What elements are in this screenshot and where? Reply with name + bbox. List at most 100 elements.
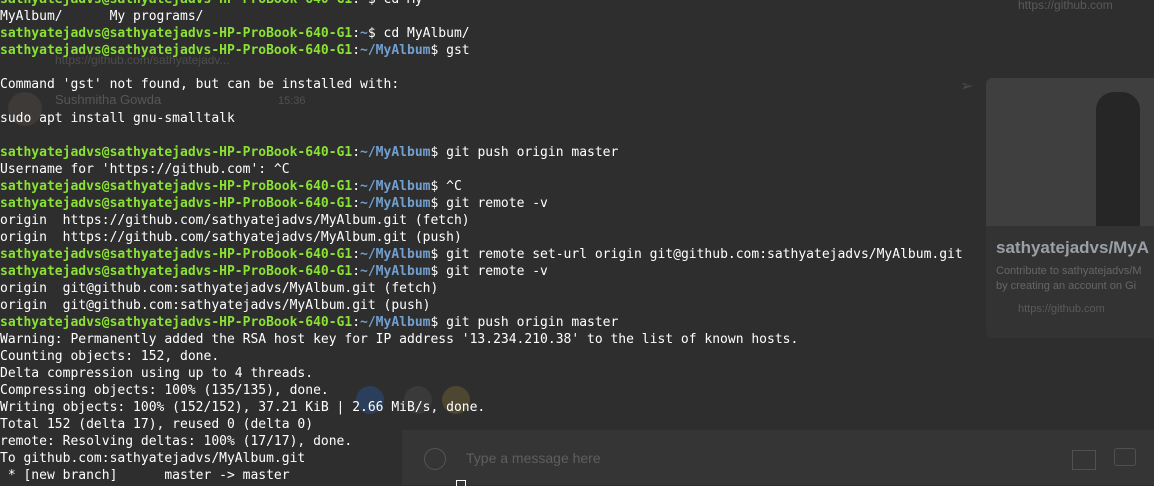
output-line: MyAlbum/ My programs/ bbox=[0, 8, 963, 25]
output-line: Counting objects: 152, done. bbox=[0, 348, 963, 365]
command-text: cd MyAlbum/ bbox=[383, 26, 470, 41]
output-line: remote: Resolving deltas: 100% (17/17), … bbox=[0, 433, 963, 450]
output-line: Delta compression using up to 4 threads. bbox=[0, 365, 963, 382]
link-preview-desc-line-2: by creating an account on Gi bbox=[996, 280, 1137, 292]
prompt-line: sathyatejadvs@sathyatejadvs-HP-ProBook-6… bbox=[0, 178, 963, 195]
sticker-icon bbox=[1114, 448, 1136, 466]
output-line: Command 'gst' not found, but can be inst… bbox=[0, 76, 963, 93]
prompt-path: ~/MyAlbum bbox=[360, 247, 431, 262]
prompt-line: sathyatejadvs@sathyatejadvs-HP-ProBook-6… bbox=[0, 25, 963, 42]
prompt-colon: : bbox=[352, 315, 361, 330]
prompt-user: sathyatejadvs@sathyatejadvs-HP-ProBook-6… bbox=[0, 43, 353, 58]
output-text: sudo apt install gnu-smalltalk bbox=[0, 111, 235, 126]
output-text: Counting objects: 152, done. bbox=[0, 349, 220, 364]
command-text: gst bbox=[446, 43, 470, 58]
link-preview-desc-line-1: Contribute to sathyatejadvs/M bbox=[996, 265, 1142, 277]
output-text: Total 152 (delta 17), reused 0 (delta 0) bbox=[0, 417, 314, 432]
output-line: origin https://github.com/sathyatejadvs/… bbox=[0, 229, 963, 246]
prompt-colon: : bbox=[352, 179, 361, 194]
output-text: MyAlbum/ My programs/ bbox=[0, 9, 204, 24]
command-text: ^C bbox=[446, 179, 462, 194]
prompt-line: sathyatejadvs@sathyatejadvs-HP-ProBook-6… bbox=[0, 246, 963, 263]
prompt-line: sathyatejadvs@sathyatejadvs-HP-ProBook-6… bbox=[0, 144, 963, 161]
attach-icon bbox=[1072, 450, 1096, 470]
prompt-dollar: $ bbox=[430, 43, 447, 58]
output-text: origin git@github.com:sathyatejadvs/MyAl… bbox=[0, 298, 431, 313]
output-text: Command 'gst' not found, but can be inst… bbox=[0, 77, 400, 92]
prompt-colon: : bbox=[352, 43, 361, 58]
prompt-user: sathyatejadvs@sathyatejadvs-HP-ProBook-6… bbox=[0, 145, 353, 160]
prompt-dollar: $ bbox=[430, 179, 447, 194]
output-line: Warning: Permanently added the RSA host … bbox=[0, 331, 963, 348]
prompt-path: ~/MyAlbum bbox=[360, 315, 431, 330]
mouse-cursor bbox=[456, 480, 466, 486]
prompt-dollar: $ bbox=[430, 145, 447, 160]
link-preview-image bbox=[986, 78, 1154, 226]
output-line: origin https://github.com/sathyatejadvs/… bbox=[0, 212, 963, 229]
output-line: origin git@github.com:sathyatejadvs/MyAl… bbox=[0, 280, 963, 297]
prompt-colon: : bbox=[352, 145, 361, 160]
prompt-dollar: $ bbox=[430, 247, 447, 262]
prompt-colon: : bbox=[352, 196, 361, 211]
prompt-line: sathyatejadvs@sathyatejadvs-HP-ProBook-6… bbox=[0, 42, 963, 59]
prompt-colon: : bbox=[352, 247, 361, 262]
prompt-user: sathyatejadvs@sathyatejadvs-HP-ProBook-6… bbox=[0, 0, 352, 7]
prompt-dollar: $ bbox=[430, 264, 447, 279]
prompt-path: ~/MyAlbum bbox=[360, 145, 431, 160]
output-line: Username for 'https://github.com': ^C bbox=[0, 161, 963, 178]
prompt-path: ~/MyAlbum bbox=[360, 196, 431, 211]
prompt-colon: : bbox=[352, 0, 360, 7]
output-text: origin https://github.com/sathyatejadvs/… bbox=[0, 213, 470, 228]
terminal-output[interactable]: sathyatejadvs@sathyatejadvs-HP-ProBook-6… bbox=[0, 0, 963, 484]
prompt-line: sathyatejadvs@sathyatejadvs-HP-ProBook-6… bbox=[0, 0, 963, 8]
command-text: git remote -v bbox=[446, 264, 548, 279]
prompt-dollar: $ bbox=[430, 196, 447, 211]
prompt-path: ~/MyAlbum bbox=[360, 43, 431, 58]
command-text: cd My bbox=[384, 0, 423, 7]
output-line: sudo apt install gnu-smalltalk bbox=[0, 110, 963, 127]
output-line: To github.com:sathyatejadvs/MyAlbum.git bbox=[0, 450, 963, 467]
prompt-line: sathyatejadvs@sathyatejadvs-HP-ProBook-6… bbox=[0, 195, 963, 212]
output-line: Writing objects: 100% (152/152), 37.21 K… bbox=[0, 399, 963, 416]
output-text: Warning: Permanently added the RSA host … bbox=[0, 332, 799, 347]
command-text: git push origin master bbox=[446, 315, 619, 330]
output-text: remote: Resolving deltas: 100% (17/17), … bbox=[0, 434, 353, 449]
prompt-path: ~/MyAlbum bbox=[360, 264, 431, 279]
prompt-colon: : bbox=[352, 264, 361, 279]
prompt-colon: : bbox=[352, 26, 361, 41]
output-line: * [new branch] master -> master bbox=[0, 467, 963, 484]
prompt-path: ~ bbox=[360, 0, 368, 7]
preview-figure bbox=[1096, 92, 1140, 226]
prompt-user: sathyatejadvs@sathyatejadvs-HP-ProBook-6… bbox=[0, 179, 353, 194]
output-text: origin https://github.com/sathyatejadvs/… bbox=[0, 230, 462, 245]
prompt-dollar: $ bbox=[430, 315, 447, 330]
output-line: Compressing objects: 100% (135/135), don… bbox=[0, 382, 963, 399]
link-preview-description: Contribute to sathyatejadvs/M by creating… bbox=[996, 264, 1142, 294]
output-line: Total 152 (delta 17), reused 0 (delta 0) bbox=[0, 416, 963, 433]
command-text: git remote -v bbox=[446, 196, 548, 211]
command-text: git push origin master bbox=[446, 145, 619, 160]
output-text: Writing objects: 100% (152/152), 37.21 K… bbox=[0, 400, 486, 415]
background-link-preview-url: https://github.com bbox=[1018, 0, 1113, 12]
prompt-path: ~ bbox=[360, 26, 368, 41]
prompt-user: sathyatejadvs@sathyatejadvs-HP-ProBook-6… bbox=[0, 264, 353, 279]
output-text: Compressing objects: 100% (135/135), don… bbox=[0, 383, 329, 398]
output-text: To github.com:sathyatejadvs/MyAlbum.git bbox=[0, 451, 306, 466]
prompt-dollar: $ bbox=[367, 26, 384, 41]
prompt-dollar: $ bbox=[368, 0, 384, 7]
prompt-line: sathyatejadvs@sathyatejadvs-HP-ProBook-6… bbox=[0, 314, 963, 331]
output-text: origin git@github.com:sathyatejadvs/MyAl… bbox=[0, 281, 439, 296]
prompt-user: sathyatejadvs@sathyatejadvs-HP-ProBook-6… bbox=[0, 26, 353, 41]
link-preview-url: https://github.com bbox=[1018, 303, 1105, 315]
command-text: git remote set-url origin git@github.com… bbox=[446, 247, 963, 262]
output-line: origin git@github.com:sathyatejadvs/MyAl… bbox=[0, 297, 963, 314]
prompt-user: sathyatejadvs@sathyatejadvs-HP-ProBook-6… bbox=[0, 247, 353, 262]
output-text: Username for 'https://github.com': ^C bbox=[0, 162, 290, 177]
output-text: Delta compression using up to 4 threads. bbox=[0, 366, 314, 381]
link-preview-title: sathyatejadvs/MyA bbox=[996, 238, 1150, 257]
prompt-user: sathyatejadvs@sathyatejadvs-HP-ProBook-6… bbox=[0, 196, 353, 211]
prompt-path: ~/MyAlbum bbox=[360, 179, 431, 194]
